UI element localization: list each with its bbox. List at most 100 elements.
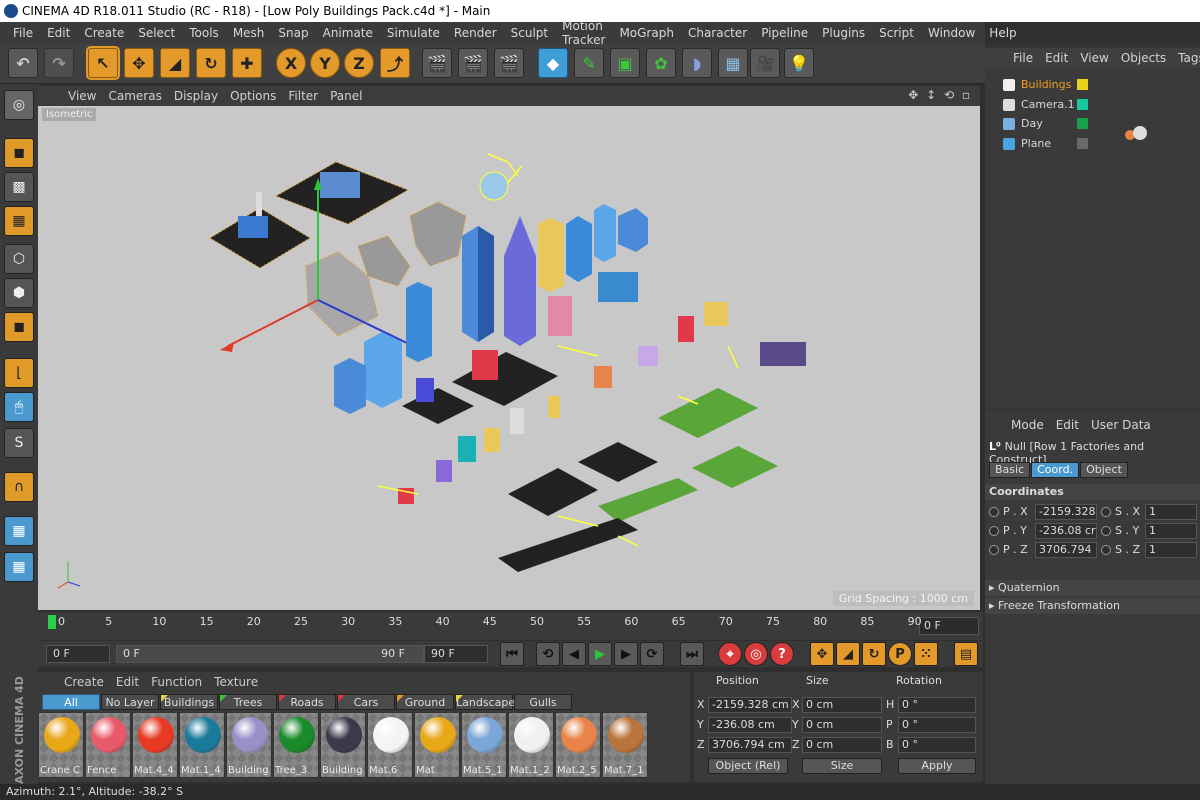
key-pla-icon[interactable]: ⁙ (914, 642, 938, 666)
material-swatch[interactable]: Mat.2_5 (555, 712, 601, 778)
undo-button[interactable]: ↶ (8, 48, 38, 78)
material-menu-edit[interactable]: Edit (110, 675, 145, 689)
rot-b-field[interactable]: 0 ° (898, 737, 976, 753)
attribute-menu-user-data[interactable]: User Data (1085, 418, 1157, 432)
pos-y-field[interactable]: -236.08 cm (708, 717, 792, 733)
frame-range-slider[interactable]: 0 F 90 F (116, 645, 424, 663)
current-frame-field[interactable]: 0 F (919, 617, 979, 635)
coordinate-system-button[interactable]: ⤴ (380, 48, 410, 78)
next-key-icon[interactable]: ⟳ (640, 642, 664, 666)
material-tab-cars[interactable]: Cars (337, 694, 395, 710)
menu-snap[interactable]: Snap (271, 26, 315, 40)
make-editable-icon[interactable]: ◎ (4, 90, 34, 120)
size-y-field[interactable]: 0 cm (802, 717, 882, 733)
position-field[interactable]: -2159.328 (1035, 504, 1097, 520)
menu-plugins[interactable]: Plugins (815, 26, 872, 40)
menu-simulate[interactable]: Simulate (380, 26, 447, 40)
material-menu-function[interactable]: Function (145, 675, 208, 689)
render-picture-viewer-button[interactable]: 🎬 (458, 48, 488, 78)
position-field[interactable]: -236.08 cr (1035, 523, 1097, 539)
object-menu-edit[interactable]: Edit (1039, 51, 1074, 65)
viewport-nav-icons[interactable]: ✥ ↕ ⟲ ▫ (908, 88, 972, 102)
menu-file[interactable]: File (6, 26, 40, 40)
material-tab-trees[interactable]: Trees (219, 694, 277, 710)
polygons-mode-icon[interactable]: ◼ (4, 312, 34, 342)
object-row-camera-1[interactable]: Camera.1 (989, 96, 1199, 114)
layer-color-swatch[interactable] (1077, 98, 1088, 110)
pos-x-field[interactable]: -2159.328 cm (708, 697, 792, 713)
coordinate-mode-dropdown[interactable]: Object (Rel) (708, 758, 788, 774)
previous-key-icon[interactable]: ⟲ (536, 642, 560, 666)
attribute-menu-mode[interactable]: Mode (1005, 418, 1050, 432)
previous-frame-icon[interactable]: ◀ (562, 642, 586, 666)
menu-mograph[interactable]: MoGraph (612, 26, 681, 40)
texture-tag-icon[interactable] (1133, 126, 1147, 140)
size-z-field[interactable]: 0 cm (802, 737, 882, 753)
subdivision-surface-icon[interactable]: ▣ (610, 48, 640, 78)
cloner-icon[interactable]: ✿ (646, 48, 676, 78)
menu-create[interactable]: Create (77, 26, 131, 40)
render-settings-button[interactable]: 🎬 (494, 48, 524, 78)
key-rotation-icon[interactable]: ↻ (862, 642, 886, 666)
menu-character[interactable]: Character (681, 26, 754, 40)
freeze-transformation-section[interactable]: ▸ Freeze Transformation (985, 598, 1200, 614)
x-axis-lock-button[interactable]: X (276, 48, 306, 78)
points-mode-icon[interactable]: ⬡ (4, 244, 34, 274)
menu-render[interactable]: Render (447, 26, 504, 40)
scale-tool-button[interactable]: ◢ (160, 48, 190, 78)
workplane-icon[interactable]: ▦ (4, 206, 34, 236)
material-swatch[interactable]: Mat.1_2 (508, 712, 554, 778)
attribute-menu-edit[interactable]: Edit (1050, 418, 1085, 432)
material-swatch[interactable]: Building (320, 712, 366, 778)
object-menu-objects[interactable]: Objects (1115, 51, 1172, 65)
menu-select[interactable]: Select (131, 26, 182, 40)
camera-icon[interactable]: 🎥 (750, 48, 780, 78)
keyframe-selection-icon[interactable]: ? (770, 642, 794, 666)
edges-mode-icon[interactable]: ⬢ (4, 278, 34, 308)
render-view-button[interactable]: 🎬 (422, 48, 452, 78)
scale-radio[interactable] (1101, 507, 1111, 517)
axis-mode-icon[interactable]: ⌊ (4, 358, 34, 388)
material-swatch[interactable]: Mat.4_4 (132, 712, 178, 778)
menu-window[interactable]: Window (921, 26, 982, 40)
layer-color-swatch[interactable] (1077, 137, 1088, 149)
object-row-day[interactable]: Day (989, 115, 1199, 133)
viewport-menu-cameras[interactable]: Cameras (102, 89, 167, 103)
texture-mode-icon[interactable]: ▩ (4, 172, 34, 202)
scale-radio[interactable] (1101, 526, 1111, 536)
size-x-field[interactable]: 0 cm (802, 697, 882, 713)
model-mode-icon[interactable]: ◼ (4, 138, 34, 168)
menu-mesh[interactable]: Mesh (226, 26, 272, 40)
menu-animate[interactable]: Animate (316, 26, 380, 40)
menu-sculpt[interactable]: Sculpt (504, 26, 555, 40)
rot-p-field[interactable]: 0 ° (898, 717, 976, 733)
transform-tool-button[interactable]: ✚ (232, 48, 262, 78)
material-tab-ground[interactable]: Ground (396, 694, 454, 710)
material-swatch[interactable]: Mat.7_1 (602, 712, 648, 778)
key-scale-icon[interactable]: ◢ (836, 642, 860, 666)
go-to-start-icon[interactable]: ⏮ (500, 642, 524, 666)
menu-tools[interactable]: Tools (182, 26, 226, 40)
timeline-ruler[interactable]: 0 F 0 5 10 15 20 25 30 35 40 45 50 55 60 65 70 75 80 85 90 (38, 612, 983, 640)
size-mode-dropdown[interactable]: Size (802, 758, 882, 774)
attribute-tab-basic[interactable]: Basic (989, 462, 1031, 478)
start-frame-field[interactable]: 0 F (46, 645, 110, 663)
y-axis-lock-button[interactable]: Y (310, 48, 340, 78)
material-tab-roads[interactable]: Roads (278, 694, 336, 710)
pen-spline-icon[interactable]: ✎ (574, 48, 604, 78)
floor-icon[interactable]: ▦ (718, 48, 748, 78)
material-swatch[interactable]: Fence (85, 712, 131, 778)
position-radio[interactable] (989, 526, 999, 536)
workplane-lock-icon[interactable]: ▦ (4, 516, 34, 546)
object-menu-file[interactable]: File (1007, 51, 1039, 65)
3d-viewport[interactable]: Isometric Grid Spacing: 1000 cm (38, 106, 980, 610)
next-frame-icon[interactable]: ▶ (614, 642, 638, 666)
attribute-tab-coord[interactable]: Coord. (1031, 462, 1080, 478)
material-swatch[interactable]: Building (226, 712, 272, 778)
material-menu-texture[interactable]: Texture (208, 675, 264, 689)
key-position-icon[interactable]: ✥ (810, 642, 834, 666)
layer-color-swatch[interactable] (1077, 79, 1088, 90)
scale-radio[interactable] (1101, 545, 1111, 555)
pos-z-field[interactable]: 3706.794 cm (708, 737, 792, 753)
attribute-tab-object[interactable]: Object (1080, 462, 1128, 478)
